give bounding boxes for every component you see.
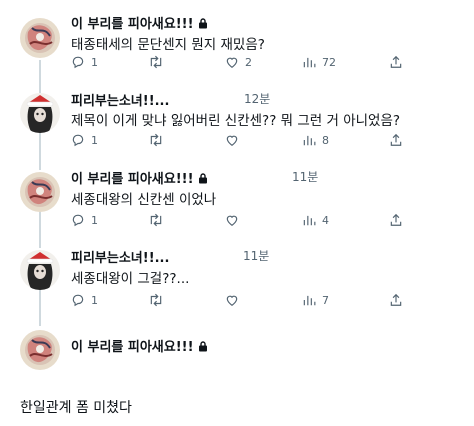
views-button[interactable]: 8 [302,132,329,148]
timestamp[interactable]: 11분 [243,247,269,264]
author-name[interactable]: 이 부리를 피아새요!!! [71,336,208,356]
share-button[interactable] [389,292,403,308]
reply-count: 1 [91,293,98,307]
heart-icon [226,57,238,68]
views-button[interactable]: 4 [302,212,329,228]
views-icon [303,295,316,306]
retweet-icon [150,133,162,147]
reply-count: 1 [91,213,98,227]
avatar-user-b[interactable] [20,250,60,290]
retweet-button[interactable] [148,212,170,228]
tweet[interactable]: 이 부리를 피아새요!!! 11분 세종대왕의 신칸센 이었나 1 4 [0,156,474,232]
avatar-user-a[interactable] [20,18,60,58]
tweet[interactable]: 이 부리를 피아새요!!! 태종태세의 문단센지 뭔지 재밌음? 1 2 72 [0,0,474,80]
avatar-image [20,18,60,58]
views-button[interactable]: 72 [302,54,336,70]
views-count: 7 [322,293,329,307]
share-button[interactable] [389,132,403,148]
tweet[interactable]: 피리부는소녀!!... 11분 세종대왕이 그걸??... 1 7 [0,232,474,312]
like-button[interactable] [225,132,245,148]
views-count: 4 [322,213,329,227]
share-icon [390,293,402,306]
retweet-icon [150,293,162,307]
heart-icon [226,215,238,226]
avatar-user-a[interactable] [20,330,60,370]
tweet-actions: 1 7 [71,292,411,308]
retweet-button[interactable] [148,54,170,70]
views-button[interactable]: 7 [302,292,329,308]
author-name[interactable]: 이 부리를 피아새요!!! [71,13,208,33]
retweet-button[interactable] [148,132,170,148]
like-count: 2 [245,55,252,69]
timestamp[interactable]: 11분 [292,168,318,185]
author-name[interactable]: 피리부는소녀!!... [71,90,169,109]
reply-count: 1 [91,133,98,147]
views-icon [303,57,316,68]
timestamp[interactable]: 12분 [244,90,270,107]
tweet-text: 세종대왕의 신칸센 이었나 [71,192,217,208]
share-icon [390,55,402,68]
reply-count: 1 [91,55,98,69]
reply-icon [72,214,84,227]
tweet-actions: 1 4 [71,212,411,228]
reply-icon [72,294,84,307]
heart-icon [226,135,238,146]
share-icon [390,213,402,226]
author-name-text: 피리부는소녀!!... [71,251,170,266]
reply-button[interactable]: 1 [71,212,98,228]
tweet-actions: 1 8 [71,132,411,148]
author-name[interactable]: 이 부리를 피아새요!!! [71,168,208,188]
like-button[interactable] [225,292,245,308]
avatar-image [20,172,60,212]
share-button[interactable] [389,54,403,70]
reply-button[interactable]: 1 [71,54,98,70]
tweet-text: 세종대왕이 그걸??... [71,271,190,287]
caption-text: 한일관계 폼 미쳤다 [20,400,132,416]
like-button[interactable] [225,212,245,228]
avatar-user-a[interactable] [20,172,60,212]
retweet-icon [150,55,162,69]
tweet-actions: 1 2 72 [71,54,411,70]
views-icon [303,135,316,146]
heart-icon [226,295,238,306]
retweet-icon [150,213,162,227]
reply-button[interactable]: 1 [71,292,98,308]
views-count: 72 [322,55,336,69]
lock-icon [198,173,208,188]
share-button[interactable] [389,212,403,228]
reply-icon [72,134,84,147]
author-name[interactable]: 피리부는소녀!!... [71,247,169,266]
author-name-text: 이 부리를 피아새요!!! [71,340,194,355]
like-button[interactable]: 2 [225,54,252,70]
views-icon [303,215,316,226]
retweet-button[interactable] [148,292,170,308]
tweet-text: 제목이 이게 맞냐 잃어버린 신칸센?? 뭐 그런 거 아니었음? [71,113,401,129]
lock-icon [198,18,208,33]
tweet[interactable]: 피리부는소녀!!... 12분 제목이 이게 맞냐 잃어버린 신칸센?? 뭐 그… [0,80,474,156]
avatar-user-b[interactable] [20,93,60,133]
avatar-image [20,330,60,370]
share-icon [390,133,402,146]
views-count: 8 [322,133,329,147]
tweet-text: 태종태세의 문단센지 뭔지 재밌음? [71,37,265,53]
tweet[interactable]: 이 부리를 피아새요!!! [0,312,474,376]
avatar-image [20,250,60,290]
author-name-text: 이 부리를 피아새요!!! [71,17,194,32]
lock-icon [198,341,208,356]
reply-icon [72,56,84,69]
avatar-image [20,93,60,133]
author-name-text: 피리부는소녀!!... [71,94,170,109]
reply-button[interactable]: 1 [71,132,98,148]
author-name-text: 이 부리를 피아새요!!! [71,172,194,187]
